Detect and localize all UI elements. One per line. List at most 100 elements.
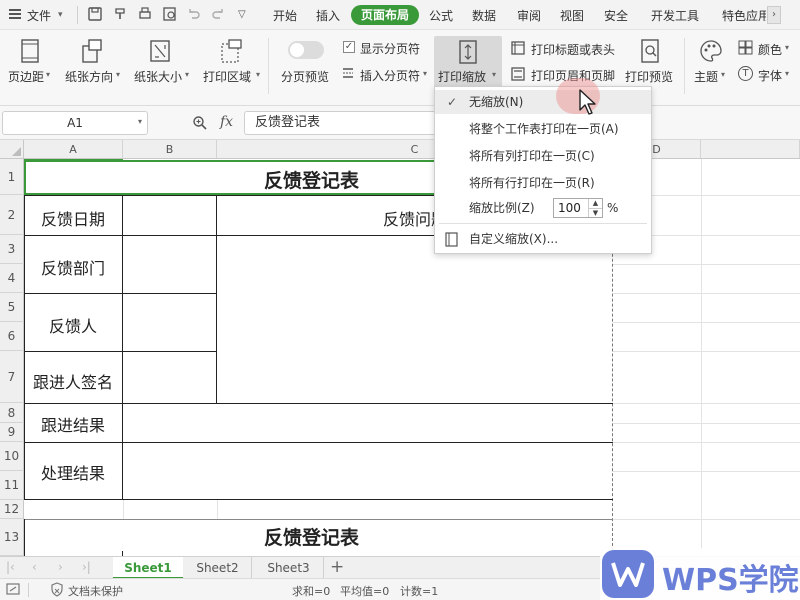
name-box[interactable]: A1	[2, 111, 148, 135]
caret-icon: ▾	[492, 70, 497, 79]
tab-page-layout[interactable]: 页面布局	[351, 5, 419, 25]
orientation-button[interactable]	[68, 38, 116, 64]
scale-value-stepper[interactable]: 100 ▲ ▼	[553, 198, 603, 218]
table-border	[216, 195, 217, 403]
menu-item-fit-columns[interactable]: 将所有列打印在一页(C)	[435, 144, 651, 168]
cell-feedback-dept[interactable]: 反馈部门	[41, 255, 105, 279]
menu-item-custom-scaling[interactable]: 自定义缩放(X)...	[435, 227, 651, 251]
row-header-2[interactable]: 2	[0, 195, 24, 235]
page-break-preview-label: 分页预览	[281, 70, 330, 84]
table-border	[24, 195, 25, 500]
print-area-label: 打印区域	[203, 70, 252, 84]
formula-bar: A1 ▾ fx 反馈登记表	[0, 106, 800, 140]
cell-follow-signature[interactable]: 跟进人签名	[33, 369, 113, 393]
show-page-breaks-checkbox[interactable]: ✓	[343, 41, 355, 53]
tab-formulas[interactable]: 公式	[429, 7, 453, 24]
row-header-5[interactable]: 5	[0, 293, 24, 322]
shield-icon	[51, 582, 63, 597]
spin-down-icon[interactable]: ▼	[588, 208, 602, 217]
tab-data[interactable]: 数据	[472, 7, 496, 24]
menu-item-fit-rows[interactable]: 将所有行打印在一页(R)	[435, 171, 651, 195]
chevron-down-icon[interactable]: ▾	[58, 10, 63, 20]
cell-feedback-date[interactable]: 反馈日期	[41, 206, 105, 230]
tab-features[interactable]: 特色应用	[722, 7, 766, 24]
row-header-3[interactable]: 3	[0, 235, 24, 264]
next-sheet-icon[interactable]: ›	[58, 560, 63, 574]
row-header-4[interactable]: 4	[0, 264, 24, 293]
tab-review[interactable]: 审阅	[517, 7, 541, 24]
menu-item-label: 自定义缩放(X)...	[469, 232, 559, 246]
paper-size-button[interactable]	[136, 38, 184, 64]
menu-item-fit-sheet[interactable]: 将整个工作表打印在一页(A)	[435, 117, 651, 141]
font-icon: T	[738, 66, 753, 81]
menu-item-no-scaling[interactable]: ✓ 无缩放(N)	[435, 90, 651, 114]
tab-security[interactable]: 安全	[604, 7, 628, 24]
menu-item-scale-ratio: 缩放比例(Z)	[435, 196, 651, 220]
print-icon[interactable]	[137, 6, 153, 22]
scale-value-input[interactable]: 100	[558, 201, 581, 215]
column-header-b[interactable]: B	[123, 140, 217, 159]
row-header-8[interactable]: 8	[0, 403, 24, 423]
customize-icon[interactable]: ▽	[238, 9, 246, 20]
print-titles-button[interactable]: 打印标题或表头	[531, 41, 615, 58]
menu-divider	[439, 223, 647, 224]
sheet-tab-sheet2[interactable]: Sheet2	[184, 557, 252, 579]
row-header-10[interactable]: 10	[0, 442, 24, 471]
tab-home[interactable]: 开始	[273, 7, 297, 24]
macro-record-icon[interactable]	[6, 582, 20, 596]
margins-button[interactable]	[6, 38, 54, 64]
menu-divider	[77, 6, 78, 24]
document-protection-status[interactable]: 文档未保护	[68, 583, 123, 599]
spin-up-icon[interactable]: ▲	[588, 199, 602, 208]
theme-button[interactable]	[694, 38, 728, 64]
last-sheet-icon[interactable]: ›|	[82, 560, 91, 574]
row-header-6[interactable]: 6	[0, 322, 24, 351]
tab-developer[interactable]: 开发工具	[651, 7, 699, 24]
row-header-11[interactable]: 11	[0, 471, 24, 500]
row-header-1[interactable]: 1	[0, 159, 24, 195]
row-header-9[interactable]: 9	[0, 423, 24, 442]
insert-page-break-button[interactable]: 插入分页符	[360, 67, 420, 84]
print-preview-icon[interactable]	[162, 6, 178, 22]
chevron-down-icon[interactable]: ▾	[138, 117, 142, 126]
column-header-e[interactable]	[701, 140, 800, 159]
cell-process-result[interactable]: 处理结果	[41, 460, 105, 484]
print-area-icon	[221, 39, 242, 63]
table-title-repeat[interactable]: 反馈登记表	[264, 523, 359, 550]
orientation-icon	[82, 39, 102, 63]
row-header-12[interactable]: 12	[0, 500, 24, 519]
row-header-13[interactable]: 13	[0, 519, 24, 556]
select-all-corner[interactable]	[0, 140, 24, 159]
prev-sheet-icon[interactable]: ‹	[32, 560, 37, 574]
table-title[interactable]: 反馈登记表	[264, 166, 359, 193]
print-preview-button[interactable]	[630, 38, 670, 64]
cell-feedback-person[interactable]: 反馈人	[49, 313, 97, 337]
hamburger-menu-icon[interactable]	[9, 9, 21, 19]
print-scaling-label: 打印缩放	[438, 70, 487, 84]
page-break-preview-toggle[interactable]	[288, 41, 324, 59]
font-button[interactable]: 字体	[758, 67, 782, 84]
sheet-tab-sheet3[interactable]: Sheet3	[254, 557, 324, 579]
chevron-right-icon[interactable]: ›	[767, 6, 781, 24]
table-border	[24, 519, 25, 556]
tab-view[interactable]: 视图	[560, 7, 584, 24]
fx-icon[interactable]: fx	[220, 114, 233, 130]
colors-button[interactable]: 颜色	[758, 41, 782, 58]
zoom-icon[interactable]	[192, 115, 208, 131]
file-menu[interactable]: 文件	[27, 7, 51, 24]
first-sheet-icon[interactable]: |‹	[6, 560, 15, 574]
format-painter-icon[interactable]	[112, 6, 128, 22]
caret-icon: ▾	[785, 69, 790, 78]
print-area-button[interactable]	[206, 38, 256, 64]
column-header-a[interactable]: A	[24, 140, 123, 159]
add-sheet-button[interactable]: +	[330, 557, 344, 577]
redo-icon[interactable]	[210, 6, 226, 22]
spreadsheet-grid[interactable]: A B C D 1 2 3 4 5 6 7 8 9 10 11 12 13 反馈…	[0, 140, 800, 556]
save-icon[interactable]	[87, 6, 103, 22]
cell-follow-result[interactable]: 跟进结果	[41, 412, 105, 436]
row-header-7[interactable]: 7	[0, 351, 24, 403]
sheet-tab-sheet1[interactable]: Sheet1	[113, 557, 183, 579]
gridline	[613, 264, 800, 265]
undo-icon[interactable]	[186, 6, 202, 22]
tab-insert[interactable]: 插入	[316, 7, 340, 24]
